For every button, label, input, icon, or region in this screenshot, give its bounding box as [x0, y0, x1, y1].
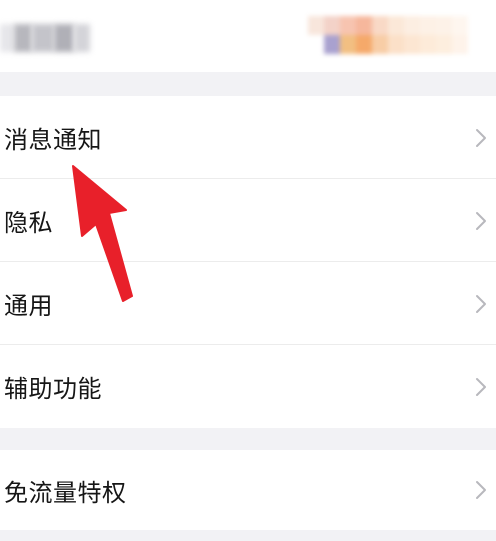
settings-screen: 消息通知 隐私 通用 辅助功能 免流量特权 [0, 0, 496, 541]
settings-item-privacy[interactable]: 隐私 [0, 179, 496, 262]
chevron-right-icon [476, 481, 486, 499]
settings-item-label: 通用 [4, 292, 53, 320]
extra-settings-group: 免流量特权 [0, 450, 496, 530]
settings-group: 消息通知 隐私 通用 辅助功能 [0, 96, 496, 428]
chevron-right-icon [476, 128, 486, 147]
blurred-avatar-banner [308, 16, 468, 54]
blurred-username [0, 24, 100, 52]
chevron-right-icon [476, 377, 486, 396]
profile-header[interactable] [0, 0, 496, 72]
chevron-right-icon [476, 294, 486, 313]
section-gap [0, 530, 496, 541]
settings-item-accessibility[interactable]: 辅助功能 [0, 345, 496, 428]
settings-item-notifications[interactable]: 消息通知 [0, 96, 496, 179]
chevron-right-icon [476, 211, 486, 230]
settings-item-general[interactable]: 通用 [0, 262, 496, 345]
section-gap [0, 72, 496, 96]
settings-item-label: 免流量特权 [4, 478, 127, 507]
settings-item-data-free[interactable]: 免流量特权 [0, 450, 496, 530]
settings-item-label: 辅助功能 [4, 375, 102, 403]
settings-item-label: 消息通知 [4, 126, 102, 154]
section-gap [0, 428, 496, 450]
settings-item-label: 隐私 [4, 209, 53, 237]
